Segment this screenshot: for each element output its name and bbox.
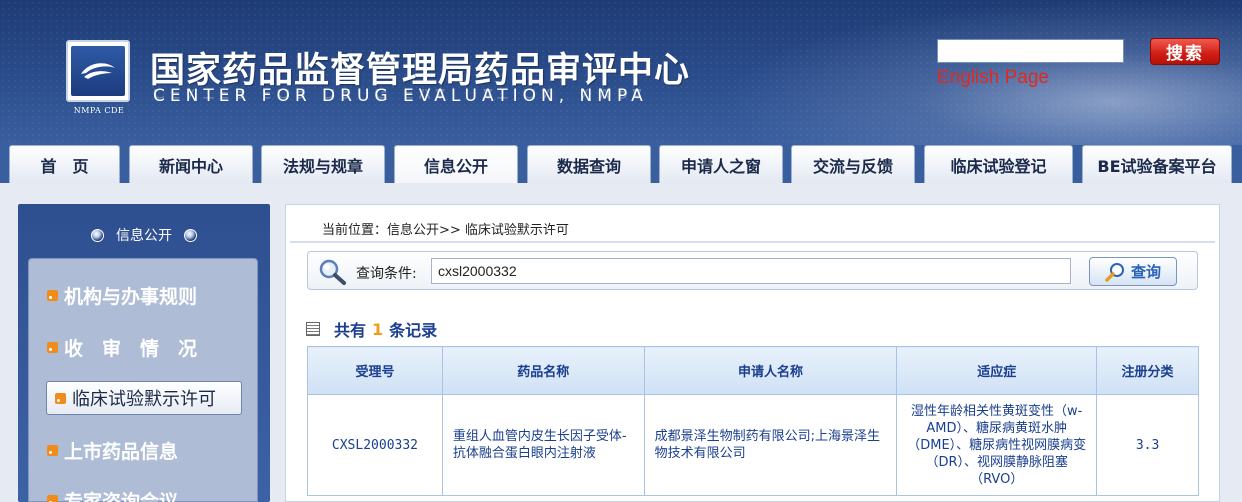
sidebar-item-review-status[interactable]: 收 审 情 况 [47,330,197,364]
sidebar-heading-label: 信息公开 [116,228,172,244]
query-button[interactable]: 查询 [1089,257,1177,286]
result-count-number: 1 [372,319,384,339]
sidebar-item-label: 专家咨询会议 [64,490,179,502]
logo-emblem-icon [71,46,125,96]
column-header-applicant: 申请人名称 [643,346,898,395]
table-header-row: 受理号 药品名称 申请人名称 适应症 注册分类 [307,346,1199,395]
result-count: 共有 1 条记录 [306,317,437,341]
table-row[interactable]: CXSL2000332 重组人血管内皮生长因子受体-抗体融合蛋白眼内注射液 成都… [307,394,1199,496]
site-search-input[interactable] [937,39,1124,63]
tab-applicant-window[interactable]: 申请人之窗 [659,145,783,183]
main-content: 当前位置：信息公开>> 临床试验默示许可 查询条件: cxsl2000332 查… [285,204,1220,502]
sidebar-item-marketed-drugs[interactable]: 上市药品信息 [47,433,178,467]
sidebar-panel: 机构与办事规则 收 审 情 况 临床试验默示许可 上市药品信息 专家咨询会议 [28,258,258,502]
tab-regulations[interactable]: 法规与规章 [261,145,385,183]
search-icon [1105,262,1124,282]
rss-icon [47,341,58,353]
logo-caption: NMPA CDE [73,106,125,115]
query-button-label: 查询 [1130,263,1161,281]
english-page-link[interactable]: English Page [937,67,1049,89]
results-table: 受理号 药品名称 申请人名称 适应症 注册分类 CXSL2000332 重组人血… [307,346,1199,496]
tab-home[interactable]: 首 页 [9,145,120,183]
query-bar: 查询条件: cxsl2000332 查询 [307,251,1198,290]
site-header: NMPA CDE 国家药品监督管理局药品审评中心 CENTER FOR DRUG… [0,0,1242,145]
tab-clinical-registration[interactable]: 临床试验登记 [924,145,1073,183]
sidebar: 信息公开 机构与办事规则 收 审 情 况 临床试验默示许可 上市药品信息 专家咨… [18,204,270,502]
bullet-icon [184,228,197,242]
site-search-button[interactable]: 搜索 [1150,38,1220,65]
sidebar-item-label: 上市药品信息 [64,440,179,463]
cell-indication: 湿性年龄相关性黄斑变性（w-AMD）、糖尿病黄斑水肿（DME）、糖尿病性视网膜病… [896,394,1098,496]
cell-drug-name: 重组人血管内皮生长因子受体-抗体融合蛋白眼内注射液 [441,394,645,496]
column-header-accept-no: 受理号 [307,346,443,395]
cell-category: 3.3 [1096,394,1199,496]
sidebar-item-label: 临床试验默示许可 [72,389,216,410]
sidebar-item-label: 机构与办事规则 [64,285,198,308]
bullet-icon [91,228,104,242]
sidebar-item-expert-meetings[interactable]: 专家咨询会议 [47,483,178,502]
query-input[interactable]: cxsl2000332 [431,258,1071,284]
rss-icon [55,392,66,404]
cell-accept-no[interactable]: CXSL2000332 [307,394,443,496]
tab-be-filing[interactable]: BE试验备案平台 [1082,145,1232,183]
query-label: 查询条件: [356,266,417,282]
rss-icon [47,289,58,301]
list-icon [306,322,320,336]
tab-data-query[interactable]: 数据查询 [527,145,651,183]
magnifier-icon [319,259,346,285]
tab-feedback[interactable]: 交流与反馈 [791,145,915,183]
rss-icon [47,494,58,502]
tab-info-disclosure[interactable]: 信息公开 [394,145,518,183]
tab-news[interactable]: 新闻中心 [129,145,253,183]
divider [290,241,1215,243]
column-header-category: 注册分类 [1096,346,1199,395]
cell-applicant: 成都景泽生物制药有限公司;上海景泽生物技术有限公司 [643,394,898,496]
sidebar-item-rules[interactable]: 机构与办事规则 [47,278,197,312]
sidebar-item-label: 收 审 情 况 [64,337,198,360]
sidebar-heading: 信息公开 [18,220,270,250]
column-header-indication: 适应症 [896,346,1098,395]
breadcrumb: 当前位置：信息公开>> 临床试验默示许可 [322,223,569,238]
site-logo[interactable] [66,40,130,102]
main-nav: 首 页 新闻中心 法规与规章 信息公开 数据查询 申请人之窗 交流与反馈 临床试… [0,145,1242,183]
rss-icon [47,444,58,456]
result-prefix: 共有 [334,321,367,340]
result-suffix: 条记录 [389,321,438,340]
sidebar-item-clinical-approval[interactable]: 临床试验默示许可 [46,381,242,415]
column-header-drug-name: 药品名称 [441,346,645,395]
